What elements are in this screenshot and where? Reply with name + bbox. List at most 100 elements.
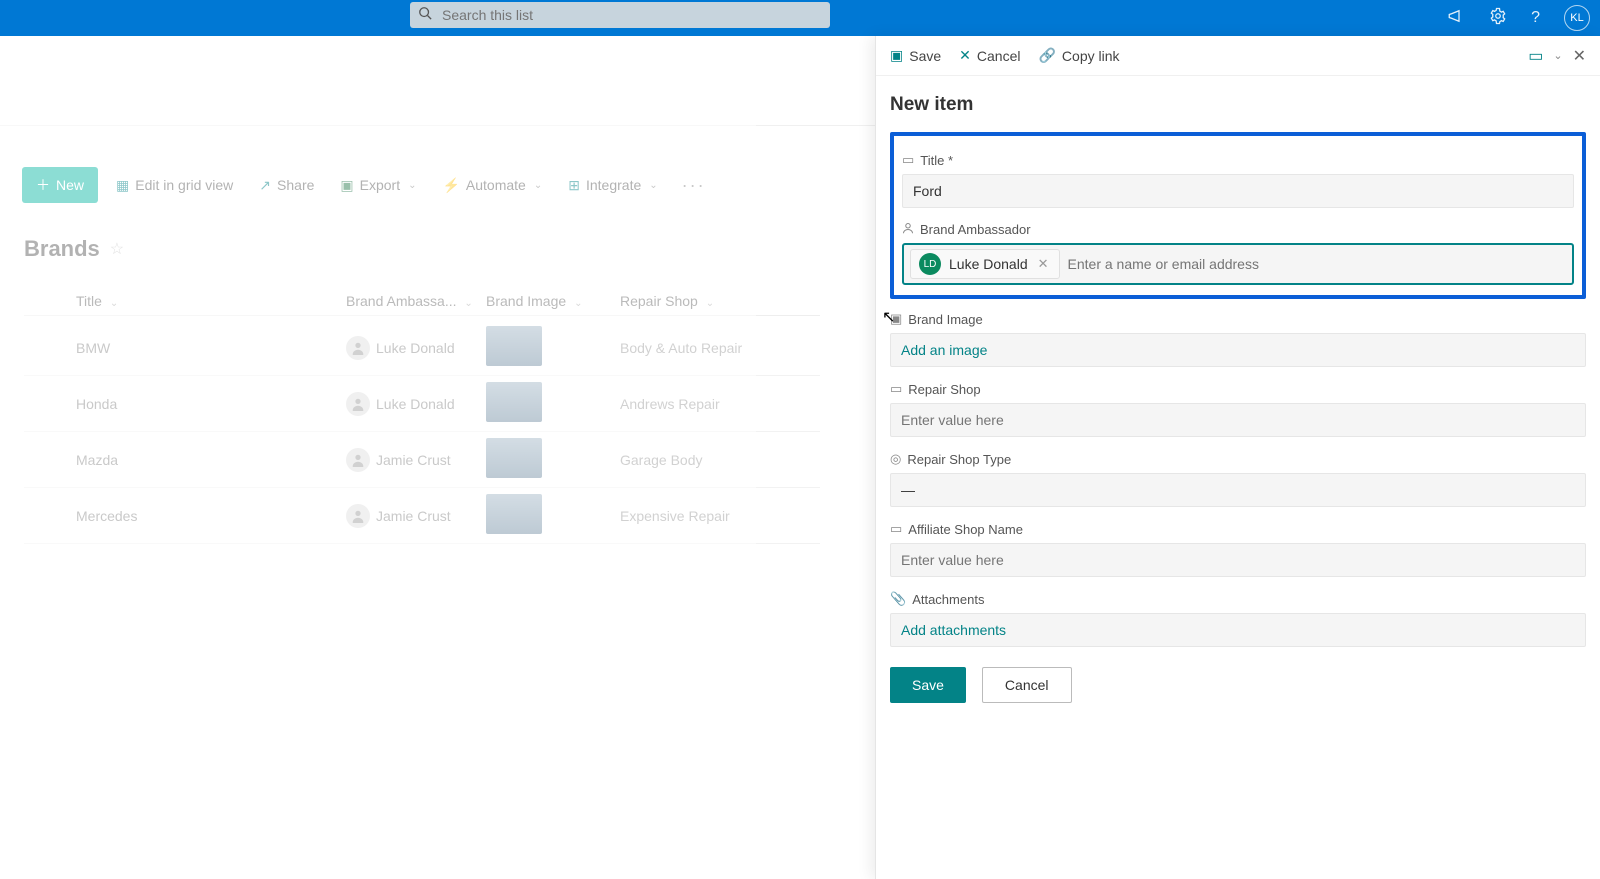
- export-label: Export: [360, 177, 400, 193]
- title-input[interactable]: [902, 174, 1574, 208]
- car-thumbnail: [486, 326, 542, 366]
- repair-shop-input[interactable]: [890, 403, 1586, 437]
- col-header-title[interactable]: Title ⌄: [76, 293, 346, 309]
- cell-shop: Garage Body: [620, 452, 820, 468]
- person-avatar-icon: [346, 504, 370, 528]
- cancel-button[interactable]: Cancel: [982, 667, 1072, 703]
- cell-shop: Body & Auto Repair: [620, 340, 820, 356]
- search-icon: [418, 6, 432, 25]
- col-header-title-label: Title: [76, 293, 102, 309]
- col-header-ambassador-label: Brand Ambassa...: [346, 293, 457, 309]
- new-item-panel: ▣ Save ✕ Cancel 🔗 Copy link ▭ ⌄ ✕ New it…: [875, 36, 1600, 879]
- panel-cancel-button[interactable]: ✕ Cancel: [959, 47, 1020, 64]
- plus-icon: ＋: [36, 175, 50, 195]
- cell-ambassador: Jamie Crust: [346, 504, 486, 528]
- highlighted-fields-group: ▭ Title * Brand Ambassador LD Luke Donal…: [890, 132, 1586, 299]
- list-title-row: Brands ☆: [24, 236, 124, 262]
- integrate-button[interactable]: ⊞ Integrate ⌄: [560, 171, 665, 200]
- ambassador-input[interactable]: [1068, 256, 1566, 272]
- help-icon[interactable]: ?: [1531, 9, 1540, 27]
- chevron-down-icon[interactable]: ⌄: [1553, 49, 1562, 62]
- col-header-image-label: Brand Image: [486, 293, 566, 309]
- panel-command-bar: ▣ Save ✕ Cancel 🔗 Copy link ▭ ⌄ ✕: [876, 36, 1600, 76]
- affiliate-input[interactable]: [890, 543, 1586, 577]
- col-header-image[interactable]: Brand Image ⌄: [486, 293, 620, 309]
- excel-icon: ▣: [340, 177, 353, 194]
- search-input[interactable]: [442, 7, 822, 23]
- table-row[interactable]: MercedesJamie CrustExpensive Repair: [24, 488, 820, 544]
- repair-shop-type-select[interactable]: —: [890, 473, 1586, 507]
- cell-ambassador: Luke Donald: [346, 336, 486, 360]
- panel-copy-link-button[interactable]: 🔗 Copy link: [1038, 47, 1119, 64]
- affiliate-field-label: ▭ Affiliate Shop Name: [890, 521, 1586, 537]
- edit-in-grid-button[interactable]: ▦ Edit in grid view: [108, 171, 241, 200]
- cell-title: Mercedes: [76, 508, 346, 524]
- grid-icon: ▦: [116, 177, 129, 194]
- add-attachments-button[interactable]: Add attachments: [890, 613, 1586, 647]
- share-icon: ↗: [259, 177, 271, 194]
- attachment-icon: 📎: [890, 591, 906, 607]
- cell-title: BMW: [76, 340, 346, 356]
- cell-image: [486, 494, 620, 537]
- link-icon: 🔗: [1038, 47, 1055, 64]
- automate-button[interactable]: ⚡ Automate ⌄: [434, 171, 550, 200]
- chevron-down-icon: ⌄: [110, 298, 118, 309]
- panel-save-button[interactable]: ▣ Save: [890, 47, 941, 64]
- text-field-icon: ▭: [890, 381, 902, 397]
- save-button[interactable]: Save: [890, 667, 966, 703]
- repair-shop-field-label: ▭ Repair Shop: [890, 381, 1586, 397]
- chip-remove-icon[interactable]: ✕: [1036, 256, 1051, 272]
- col-header-ambassador[interactable]: Brand Ambassa... ⌄: [346, 293, 486, 309]
- favorite-star-icon[interactable]: ☆: [110, 239, 124, 259]
- panel-body: New item ▭ Title * Brand Ambassador LD L…: [876, 76, 1600, 733]
- more-actions-button[interactable]: ···: [676, 175, 712, 196]
- chip-avatar: LD: [919, 253, 941, 275]
- edit-form-icon[interactable]: ▭: [1528, 46, 1543, 66]
- cell-ambassador: Luke Donald: [346, 392, 486, 416]
- chevron-down-icon: ⌄: [408, 180, 416, 191]
- panel-save-label: Save: [909, 48, 941, 64]
- megaphone-icon[interactable]: [1447, 7, 1465, 30]
- table-row[interactable]: HondaLuke DonaldAndrews Repair: [24, 376, 820, 432]
- table-row[interactable]: MazdaJamie CrustGarage Body: [24, 432, 820, 488]
- person-avatar-icon: [346, 336, 370, 360]
- col-header-shop[interactable]: Repair Shop ⌄: [620, 293, 820, 309]
- person-chip: LD Luke Donald ✕: [910, 249, 1060, 279]
- flow-icon: ⚡: [442, 177, 459, 194]
- ambassador-label-text: Brand Ambassador: [920, 222, 1031, 237]
- panel-cancel-label: Cancel: [977, 48, 1021, 64]
- panel-heading: New item: [890, 94, 1586, 116]
- title-field-label: ▭ Title *: [902, 152, 1574, 168]
- repair-shop-type-field-label: ◎ Repair Shop Type: [890, 451, 1586, 467]
- text-field-icon: ▭: [890, 521, 902, 537]
- export-button[interactable]: ▣ Export ⌄: [332, 171, 424, 200]
- chip-name: Luke Donald: [949, 256, 1028, 272]
- chevron-down-icon: ⌄: [464, 298, 472, 309]
- chevron-down-icon: ⌄: [649, 180, 657, 191]
- grid-body: BMWLuke DonaldBody & Auto RepairHondaLuk…: [24, 320, 820, 544]
- cell-ambassador-name: Luke Donald: [376, 340, 455, 356]
- chevron-down-icon: ⌄: [534, 180, 542, 191]
- settings-gear-icon[interactable]: [1489, 7, 1507, 30]
- search-box[interactable]: [410, 2, 830, 28]
- text-field-icon: ▭: [902, 152, 914, 168]
- table-row[interactable]: BMW Luke Donald Body & Auto Repair: [24, 320, 820, 376]
- ambassador-people-picker[interactable]: LD Luke Donald ✕: [902, 243, 1574, 285]
- person-avatar-icon: [346, 448, 370, 472]
- attachments-label-text: Attachments: [912, 592, 984, 607]
- cell-title: Honda: [76, 396, 346, 412]
- panel-close-button[interactable]: ✕: [1573, 46, 1586, 66]
- suite-bar-right: ? KL: [1447, 0, 1590, 36]
- share-button[interactable]: ↗ Share: [251, 171, 322, 200]
- new-button[interactable]: ＋ New: [22, 167, 98, 203]
- brand-image-add-button[interactable]: Add an image: [890, 333, 1586, 367]
- integrate-icon: ⊞: [568, 177, 580, 194]
- add-image-link: Add an image: [901, 342, 987, 358]
- integrate-label: Integrate: [586, 177, 641, 193]
- automate-label: Automate: [466, 177, 526, 193]
- new-button-label: New: [56, 177, 84, 193]
- affiliate-label-text: Affiliate Shop Name: [908, 522, 1023, 537]
- grid-header: Title ⌄ Brand Ambassa... ⌄ Brand Image ⌄…: [24, 286, 820, 316]
- user-avatar[interactable]: KL: [1564, 5, 1590, 31]
- panel-copy-link-label: Copy link: [1062, 48, 1120, 64]
